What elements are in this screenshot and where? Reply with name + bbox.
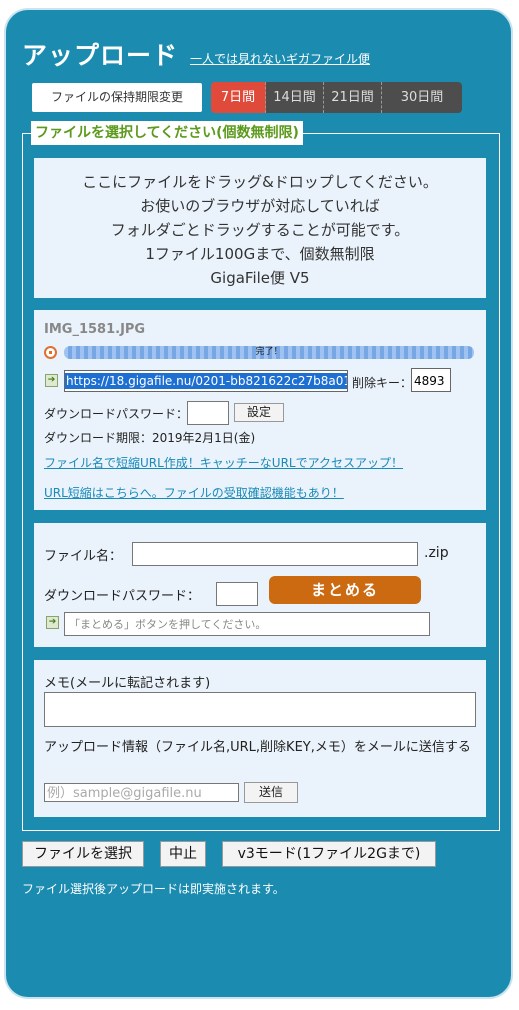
drop-line-5: GigaFile便 V5	[210, 269, 310, 287]
drop-zone[interactable]: ここにファイルをドラッグ&ドロップしてください。 お使いのブラウザが対応していれ…	[34, 158, 486, 298]
zip-result-field[interactable]: 「まとめる」ボタンを押してください。	[64, 612, 430, 636]
retention-label: ファイルの保持期限変更	[32, 83, 202, 112]
download-password-label: ダウンロードパスワード：	[44, 407, 189, 421]
url-shortener-link[interactable]: URL短縮はこちらへ。ファイルの受取確認機能もあり！	[44, 484, 344, 501]
drop-line-2: お使いのブラウザが対応していれば	[140, 197, 380, 215]
drop-line-4: 1ファイル100Gまで、個数無制限	[145, 245, 375, 263]
stop-icon[interactable]	[44, 346, 57, 359]
upload-progress-bar: 完了！	[64, 346, 474, 359]
cancel-upload-button[interactable]: 中止	[160, 841, 206, 867]
file-select-legend: ファイルを選択してください(個数無制限)	[31, 121, 303, 145]
drop-line-3: フォルダごとドラッグすることが可能です。	[110, 221, 410, 239]
uploaded-file-card: IMG_1581.JPG 完了！ ➔ https://18.gigafile.n…	[34, 310, 486, 510]
short-url-link[interactable]: ファイル名で短縮URL作成！キャッチーなURLでアクセスアップ！	[44, 454, 403, 471]
send-email-button[interactable]: 送信	[244, 782, 298, 803]
set-password-button[interactable]: 設定	[234, 403, 284, 422]
zip-filename-input[interactable]	[132, 542, 418, 566]
v3-mode-button[interactable]: v3モード(1ファイル2Gまで)	[222, 841, 436, 867]
email-send-info: アップロード情報（ファイル名,URL,削除KEY,メモ）をメールに送信する	[44, 740, 471, 755]
memo-label: メモ(メールに転記されます)	[44, 676, 211, 691]
memo-textarea[interactable]	[44, 692, 476, 727]
download-url-text: https://18.gigafile.nu/0201-bb821622c27b…	[65, 373, 347, 389]
uploaded-file-name: IMG_1581.JPG	[44, 322, 146, 337]
download-expiry: ダウンロード期限：2019年2月1日(金)	[44, 431, 256, 445]
download-url-field[interactable]: https://18.gigafile.nu/0201-bb821622c27b…	[64, 370, 348, 392]
email-input[interactable]: 例）sample@gigafile.nu	[44, 783, 239, 802]
zip-filename-label: ファイル名：	[44, 549, 123, 564]
matomeru-button[interactable]: まとめる	[269, 576, 421, 604]
zip-ext: .zip	[424, 545, 449, 561]
delete-key-field[interactable]: 4893	[411, 368, 451, 392]
delete-key-label: 削除キー：	[352, 376, 413, 390]
zip-password-input[interactable]	[216, 582, 258, 606]
zip-card: ファイル名： .zip ダウンロードパスワード： まとめる ➔ 「まとめる」ボタ…	[34, 523, 486, 647]
arrow-right-icon: ➔	[46, 616, 59, 629]
drop-line-1: ここにファイルをドラッグ&ドロップしてください。	[82, 173, 438, 191]
zip-password-label: ダウンロードパスワード：	[44, 589, 201, 604]
period-21-days[interactable]: 21日間	[324, 82, 382, 113]
subtitle-link[interactable]: 一人では見れないギガファイル便	[190, 50, 370, 67]
upload-note: ファイル選択後アップロードは即実施されます。	[22, 882, 285, 896]
period-7-days[interactable]: 7日間	[211, 82, 266, 113]
arrow-right-icon: ➔	[45, 374, 58, 387]
page-title: アップロード	[22, 41, 179, 70]
retention-options: 7日間 14日間 21日間 30日間	[211, 82, 462, 113]
period-30-days[interactable]: 30日間	[382, 82, 462, 113]
select-file-button[interactable]: ファイルを選択	[22, 841, 144, 867]
memo-card: メモ(メールに転記されます) アップロード情報（ファイル名,URL,削除KEY,…	[34, 660, 486, 817]
download-password-input[interactable]	[187, 401, 229, 425]
period-14-days[interactable]: 14日間	[266, 82, 324, 113]
